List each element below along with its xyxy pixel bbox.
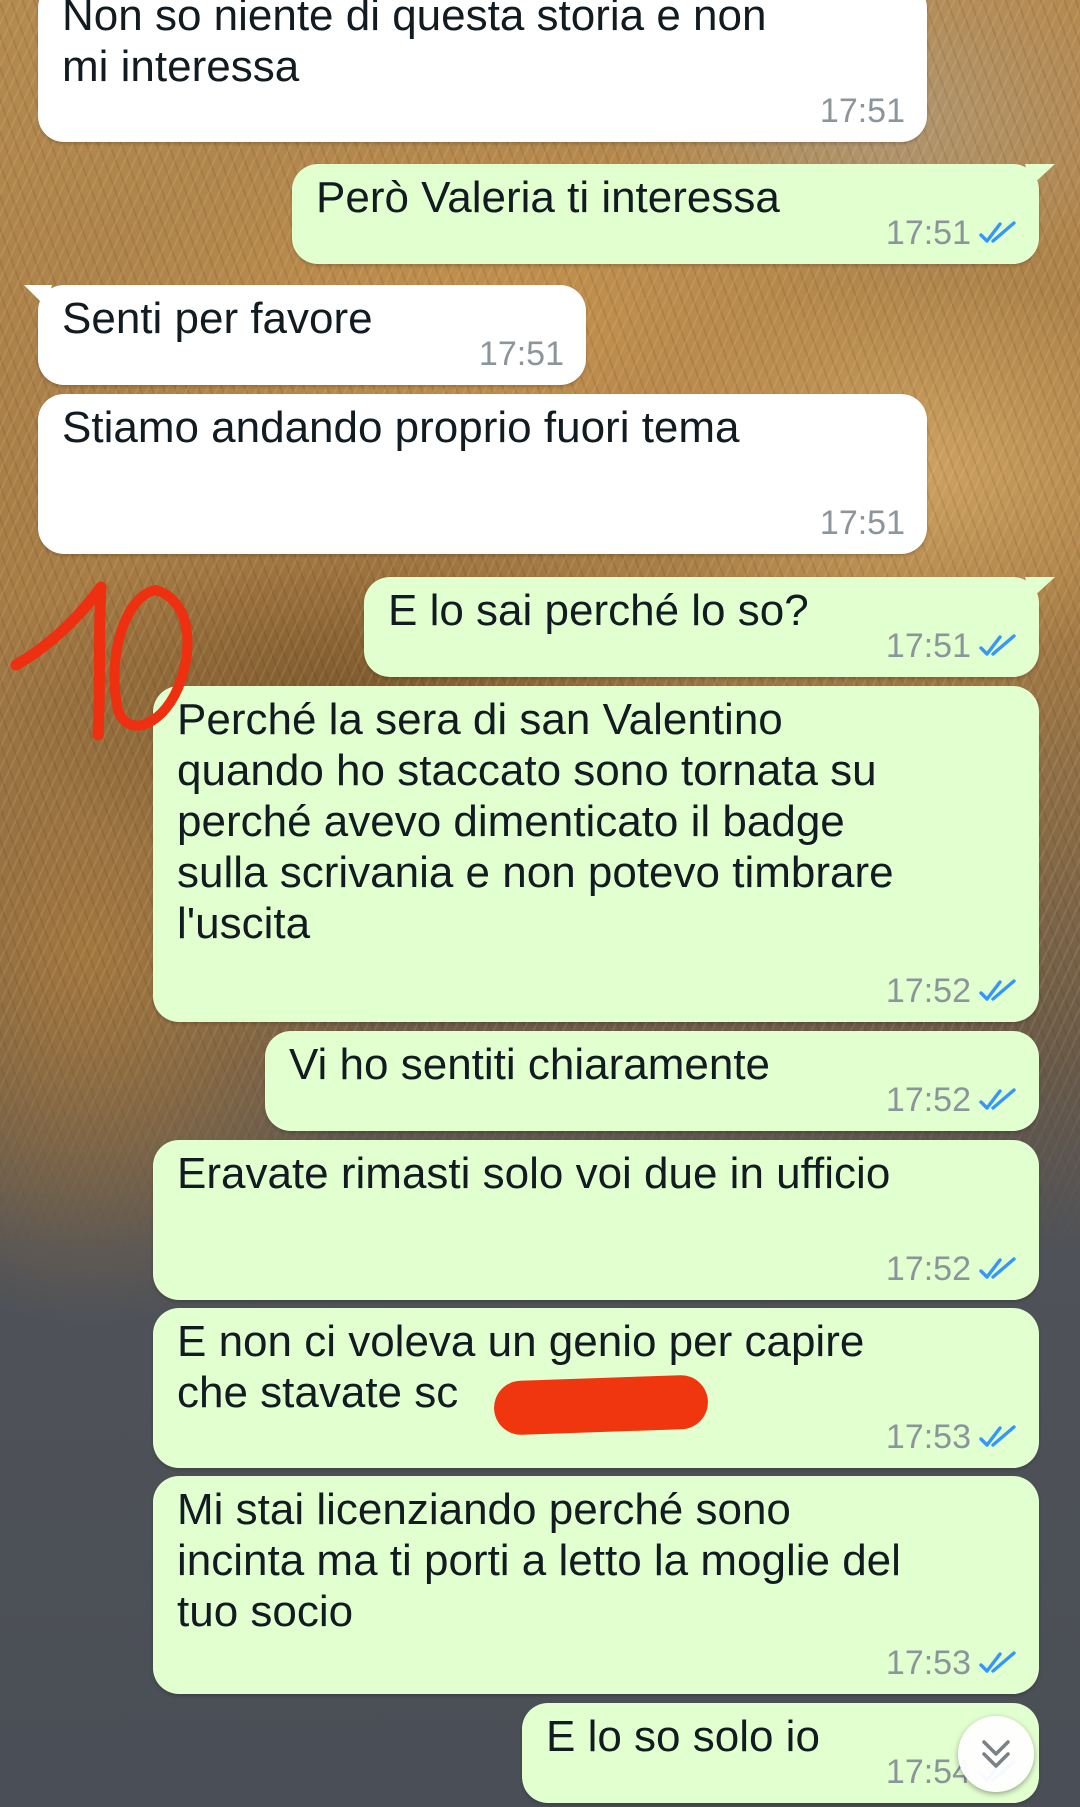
message-bubble-outgoing[interactable]: Perché la sera di san Valentino quando h… xyxy=(153,686,1039,1022)
message-bubble-incoming[interactable]: Stiamo andando proprio fuori tema 17:51 xyxy=(38,394,927,554)
message-time: 17:52 xyxy=(885,1081,971,1119)
message-text: Stiamo andando proprio fuori tema xyxy=(62,403,740,452)
message-meta: 17:52 xyxy=(886,1083,1017,1117)
message-bubble-incoming[interactable]: Non so niente di questa storia e non mi … xyxy=(38,0,927,142)
handwritten-number-10 xyxy=(10,581,193,741)
double-chevron-down-icon xyxy=(982,1740,1010,1768)
read-ticks-icon xyxy=(979,221,1016,243)
message-time: 17:51 xyxy=(819,504,905,542)
read-ticks-icon xyxy=(979,979,1016,1001)
message-time: 17:53 xyxy=(885,1418,971,1456)
message-time: 17:51 xyxy=(885,627,971,665)
redaction-mark xyxy=(493,1374,709,1436)
message-meta: 17:53 xyxy=(886,1420,1017,1454)
message-meta: 17:51 xyxy=(820,506,905,540)
message-time: 17:52 xyxy=(885,1250,971,1288)
bubble-tail xyxy=(24,285,52,307)
message-text: Perché la sera di san Valentino quando h… xyxy=(177,695,894,948)
message-text: Non so niente di questa storia e non mi … xyxy=(62,0,767,91)
message-meta: 17:52 xyxy=(886,1252,1017,1286)
message-time: 17:51 xyxy=(478,335,564,373)
message-text: Eravate rimasti solo voi due in ufficio xyxy=(177,1149,891,1198)
read-ticks-icon xyxy=(979,1257,1016,1279)
message-meta: 17:51 xyxy=(886,629,1017,663)
message-time: 17:51 xyxy=(819,92,905,130)
message-bubble-outgoing[interactable]: E lo sai perché lo so? 17:51 xyxy=(364,577,1055,677)
message-bubble-incoming[interactable]: Senti per favore 17:51 xyxy=(24,285,586,385)
read-ticks-icon xyxy=(979,1088,1016,1110)
message-bubble-outgoing[interactable]: Eravate rimasti solo voi due in ufficio … xyxy=(153,1140,1039,1300)
message-meta: 17:53 xyxy=(886,1646,1017,1680)
read-ticks-icon xyxy=(979,634,1016,656)
message-meta: 17:51 xyxy=(886,216,1017,250)
bubble-tail xyxy=(1025,164,1055,186)
message-time: 17:51 xyxy=(885,214,971,252)
message-meta: 17:51 xyxy=(479,337,564,371)
message-meta: 17:51 xyxy=(820,94,905,128)
read-ticks-icon xyxy=(979,1425,1016,1447)
message-text: Mi stai licenziando perché sono incinta … xyxy=(177,1485,901,1636)
read-ticks-icon xyxy=(979,1651,1016,1673)
message-meta: 17:52 xyxy=(886,974,1017,1008)
scroll-to-bottom-button[interactable] xyxy=(958,1716,1034,1792)
message-bubble-outgoing[interactable]: Mi stai licenziando perché sono incinta … xyxy=(153,1476,1039,1694)
message-bubble-outgoing[interactable]: Vi ho sentiti chiaramente 17:52 xyxy=(265,1031,1039,1131)
bubble-tail xyxy=(1025,577,1055,599)
message-time: 17:53 xyxy=(885,1644,971,1682)
message-bubble-outgoing[interactable]: Però Valeria ti interessa 17:51 xyxy=(292,164,1055,264)
message-time: 17:52 xyxy=(885,972,971,1010)
